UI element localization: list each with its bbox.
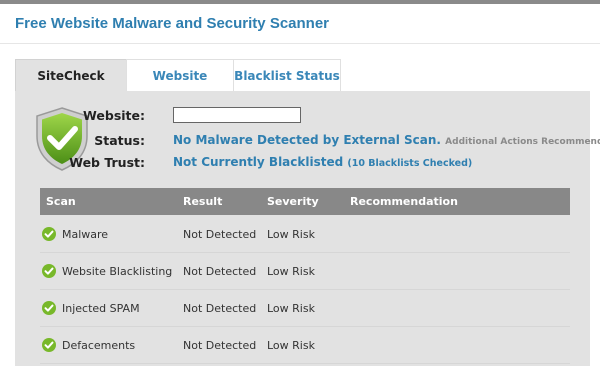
scan-name: Malware [62, 228, 109, 241]
check-circle-icon [42, 338, 56, 352]
table-row: Defacements Not Detected Low Risk [40, 326, 570, 364]
scan-result: Not Detected [183, 228, 257, 241]
scan-severity: Low Risk [267, 228, 315, 241]
scan-name: Injected SPAM [62, 302, 140, 315]
check-circle-icon [42, 227, 56, 241]
title-divider [0, 43, 600, 44]
web-trust-value: Not Currently Blacklisted (10 Blacklists… [173, 155, 472, 169]
header-scan: Scan [46, 195, 76, 208]
top-border [0, 0, 600, 4]
scan-severity: Low Risk [267, 302, 315, 315]
scan-name: Website Blacklisting [62, 265, 173, 278]
status-text: No Malware Detected by External Scan. [173, 133, 441, 147]
header-severity: Severity [267, 195, 319, 208]
tab-blacklist-status[interactable]: Blacklist Status [233, 59, 341, 92]
status-value: No Malware Detected by External Scan. Ad… [173, 133, 600, 147]
tab-website-details[interactable]: Website Details [126, 59, 234, 115]
status-label: Status: [94, 133, 145, 148]
table-row: Website Blacklisting Not Detected Low Ri… [40, 252, 570, 290]
website-label: Website: [83, 108, 145, 123]
header-recommendation: Recommendation [350, 195, 458, 208]
table-row: Malware Not Detected Low Risk [40, 215, 570, 253]
check-circle-icon [42, 264, 56, 278]
web-trust-label: Web Trust: [69, 155, 145, 170]
scan-name: Defacements [62, 339, 136, 352]
scan-result: Not Detected [183, 339, 257, 352]
table-header: Scan Result Severity Recommendation [40, 188, 570, 215]
status-note: Additional Actions Recommended! [445, 137, 600, 147]
trust-note: (10 Blacklists Checked) [347, 158, 473, 169]
check-circle-icon [42, 301, 56, 315]
table-row: Injected SPAM Not Detected Low Risk [40, 289, 570, 327]
tab-sitecheck-results[interactable]: SiteCheck Results [15, 59, 127, 115]
scan-severity: Low Risk [267, 339, 315, 352]
scan-result: Not Detected [183, 302, 257, 315]
trust-text: Not Currently Blacklisted [173, 155, 344, 169]
results-panel: Website: Status: No Malware Detected by … [15, 91, 600, 366]
scan-result: Not Detected [183, 265, 257, 278]
website-field [173, 107, 301, 123]
header-result: Result [183, 195, 223, 208]
page-title: Free Website Malware and Security Scanne… [15, 15, 330, 32]
scan-severity: Low Risk [267, 265, 315, 278]
